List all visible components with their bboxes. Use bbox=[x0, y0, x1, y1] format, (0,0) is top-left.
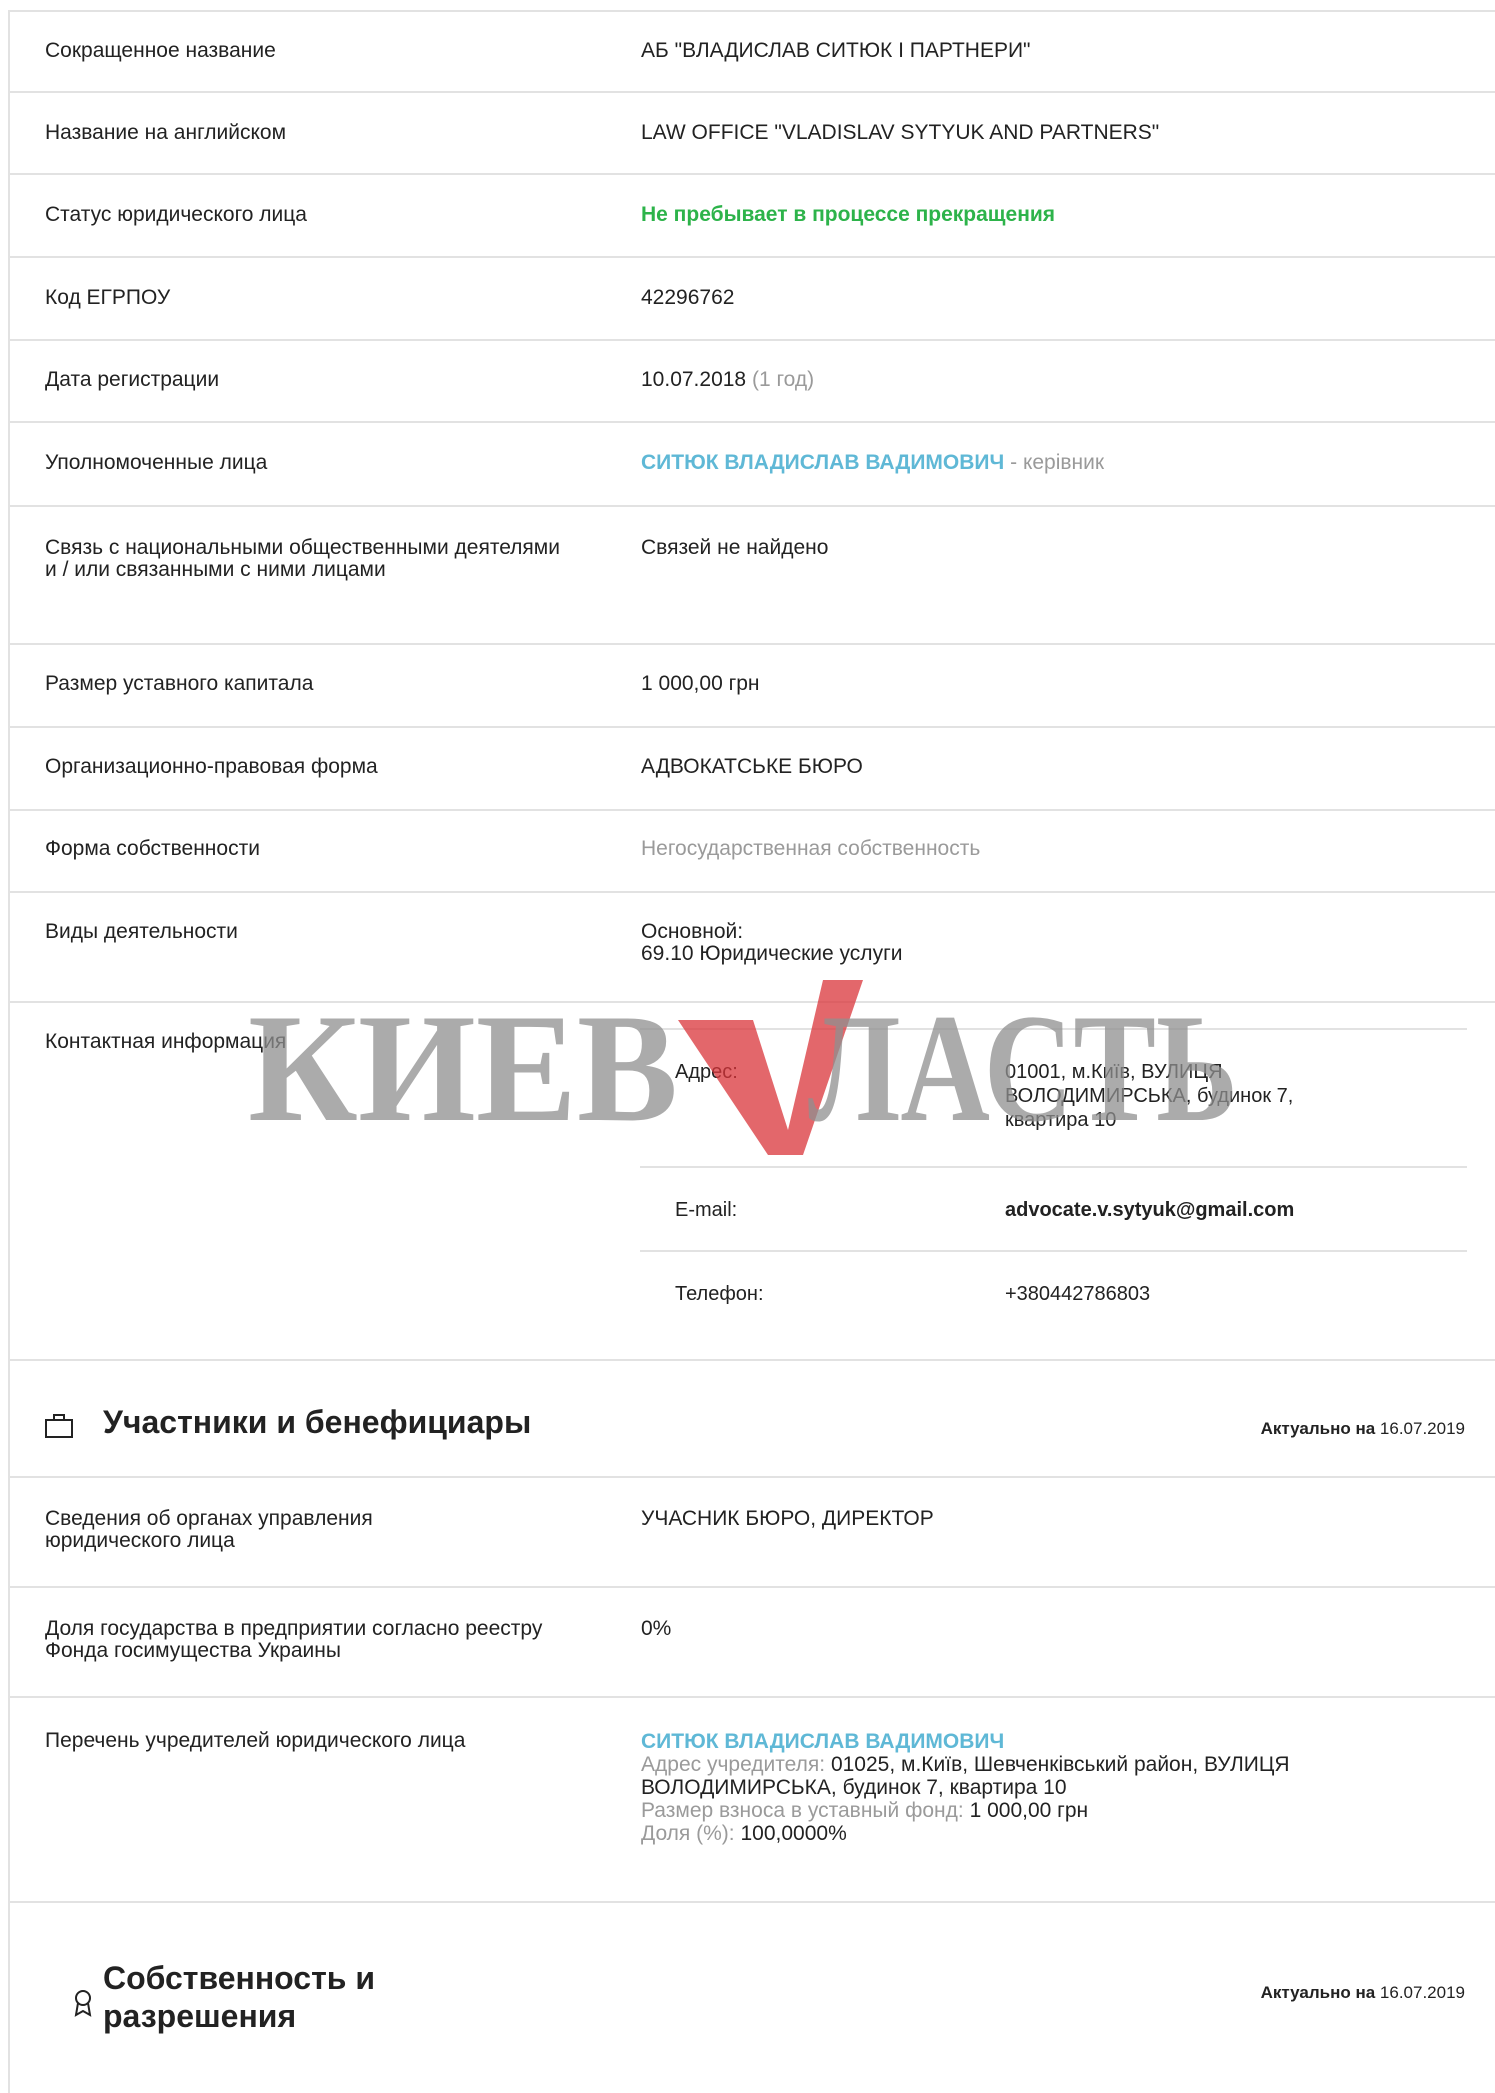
english-name-value: LAW OFFICE "VLADISLAV SYTYUK AND PARTNER… bbox=[641, 121, 1160, 144]
legal-form-label: Организационно-правовая форма bbox=[45, 755, 378, 778]
row-founders: Перечень учредителей юридического лица С… bbox=[8, 1698, 1495, 1903]
kievvlast-watermark: КИЕВ ЛАСТЬ bbox=[248, 980, 1238, 1155]
contact-phone-row: Телефон: +380442786803 bbox=[640, 1252, 1467, 1336]
participants-title: Участники и бенефициары bbox=[103, 1404, 532, 1440]
registration-date-value: 10.07.2018 (1 год) bbox=[641, 369, 1451, 391]
award-icon bbox=[74, 1990, 92, 2017]
status-value: Не пребывает в процессе прекращения bbox=[641, 203, 1056, 226]
founder-name-link[interactable]: СИТЮК ВЛАДИСЛАВ ВАДИМОВИЧ bbox=[641, 1730, 1451, 1753]
ownership-label: Форма собственности bbox=[45, 837, 260, 860]
phone-value: +380442786803 bbox=[1005, 1283, 1151, 1305]
legal-form-value: АДВОКАТСЬКЕ БЮРО bbox=[641, 755, 863, 778]
activities-value: Основной: 69.10 Юридические услуги bbox=[641, 921, 1451, 965]
code-value: 42296762 bbox=[641, 286, 735, 309]
row-authorized-persons: Уполномоченные лица СИТЮК ВЛАДИСЛАВ ВАДИ… bbox=[8, 423, 1495, 507]
row-code: Код ЕГРПОУ 42296762 bbox=[8, 258, 1495, 341]
capital-label: Размер уставного капитала bbox=[45, 672, 314, 695]
contact-email-row: E-mail: advocate.v.sytyuk@gmail.com bbox=[640, 1168, 1467, 1252]
capital-value: 1 000,00 грн bbox=[641, 672, 760, 695]
founders-value: СИТЮК ВЛАДИСЛАВ ВАДИМОВИЧ Адрес учредите… bbox=[641, 1730, 1451, 1845]
row-connections: Связь с национальными общественными деят… bbox=[8, 507, 1495, 645]
short-name-value: АБ "ВЛАДИСЛАВ СИТЮК І ПАРТНЕРИ" bbox=[641, 39, 1031, 62]
english-name-label: Название на английском bbox=[45, 121, 287, 144]
state-share-label: Доля государства в предприятии согласно … bbox=[45, 1617, 543, 1662]
activities-label: Виды деятельности bbox=[45, 920, 238, 943]
property-title: Собственность и разрешения bbox=[103, 1960, 375, 2034]
row-status: Статус юридического лица Не пребывает в … bbox=[8, 175, 1495, 258]
activity-kind: Основной: bbox=[641, 920, 744, 943]
authorized-person-role: - керівник bbox=[1010, 451, 1105, 474]
status-label: Статус юридического лица bbox=[45, 203, 307, 226]
email-link[interactable]: advocate.v.sytyuk@gmail.com bbox=[1005, 1198, 1425, 1222]
authorized-persons-value: СИТЮК ВЛАДИСЛАВ ВАДИМОВИЧ - керівник bbox=[641, 452, 1451, 474]
row-management: Сведения об органах управления юридическ… bbox=[8, 1478, 1495, 1588]
watermark-right-text: ЛАСТЬ bbox=[808, 982, 1238, 1154]
row-legal-form: Организационно-правовая форма АДВОКАТСЬК… bbox=[8, 728, 1495, 811]
connections-value: Связей не найдено bbox=[641, 536, 829, 559]
row-capital: Размер уставного капитала 1 000,00 грн bbox=[8, 645, 1495, 728]
activity-item: 69.10 Юридические услуги bbox=[641, 942, 903, 965]
row-english-name: Название на английском LAW OFFICE "VLADI… bbox=[8, 93, 1495, 175]
watermark-left-text: КИЕВ bbox=[248, 982, 678, 1154]
management-label: Сведения об органах управления юридическ… bbox=[45, 1507, 373, 1552]
authorized-persons-label: Уполномоченные лица bbox=[45, 451, 268, 474]
registration-date: 10.07.2018 bbox=[641, 368, 747, 391]
phone-label: Телефон: bbox=[675, 1283, 764, 1305]
row-state-share: Доля государства в предприятии согласно … bbox=[8, 1588, 1495, 1698]
short-name-label: Сокращенное название bbox=[45, 39, 276, 62]
participants-actual-date: Актуально на 16.07.2019 bbox=[1260, 1419, 1465, 1438]
property-actual-date: Актуально на 16.07.2019 bbox=[1260, 1983, 1465, 2002]
founder-share: Доля (%): 100,0000% bbox=[641, 1822, 847, 1845]
code-label: Код ЕГРПОУ bbox=[45, 286, 171, 309]
property-header: Собственность и разрешения Актуально на … bbox=[8, 1903, 1495, 2093]
founder-contribution: Размер взноса в уставный фонд: 1 000,00 … bbox=[641, 1799, 1089, 1822]
connections-label: Связь с национальными общественными деят… bbox=[45, 536, 560, 581]
registration-age: (1 год) bbox=[751, 368, 815, 391]
participants-header: Участники и бенефициары Актуально на 16.… bbox=[8, 1361, 1495, 1478]
registration-date-label: Дата регистрации bbox=[45, 368, 220, 391]
management-value: УЧАСНИК БЮРО, ДИРЕКТОР bbox=[641, 1507, 934, 1530]
state-share-value: 0% bbox=[641, 1617, 672, 1640]
founder-address: Адрес учредителя: 01025, м.Київ, Шевченк… bbox=[641, 1753, 1290, 1799]
row-registration-date: Дата регистрации 10.07.2018 (1 год) bbox=[8, 341, 1495, 423]
email-label: E-mail: bbox=[675, 1199, 738, 1221]
row-ownership: Форма собственности Негосударственная со… bbox=[8, 811, 1495, 893]
ownership-value: Негосударственная собственность bbox=[641, 837, 981, 860]
briefcase-icon bbox=[45, 1414, 73, 1438]
authorized-person-link[interactable]: СИТЮК ВЛАДИСЛАВ ВАДИМОВИЧ bbox=[641, 451, 1004, 474]
row-short-name: Сокращенное название АБ "ВЛАДИСЛАВ СИТЮК… bbox=[8, 10, 1495, 93]
founders-label: Перечень учредителей юридического лица bbox=[45, 1729, 466, 1752]
